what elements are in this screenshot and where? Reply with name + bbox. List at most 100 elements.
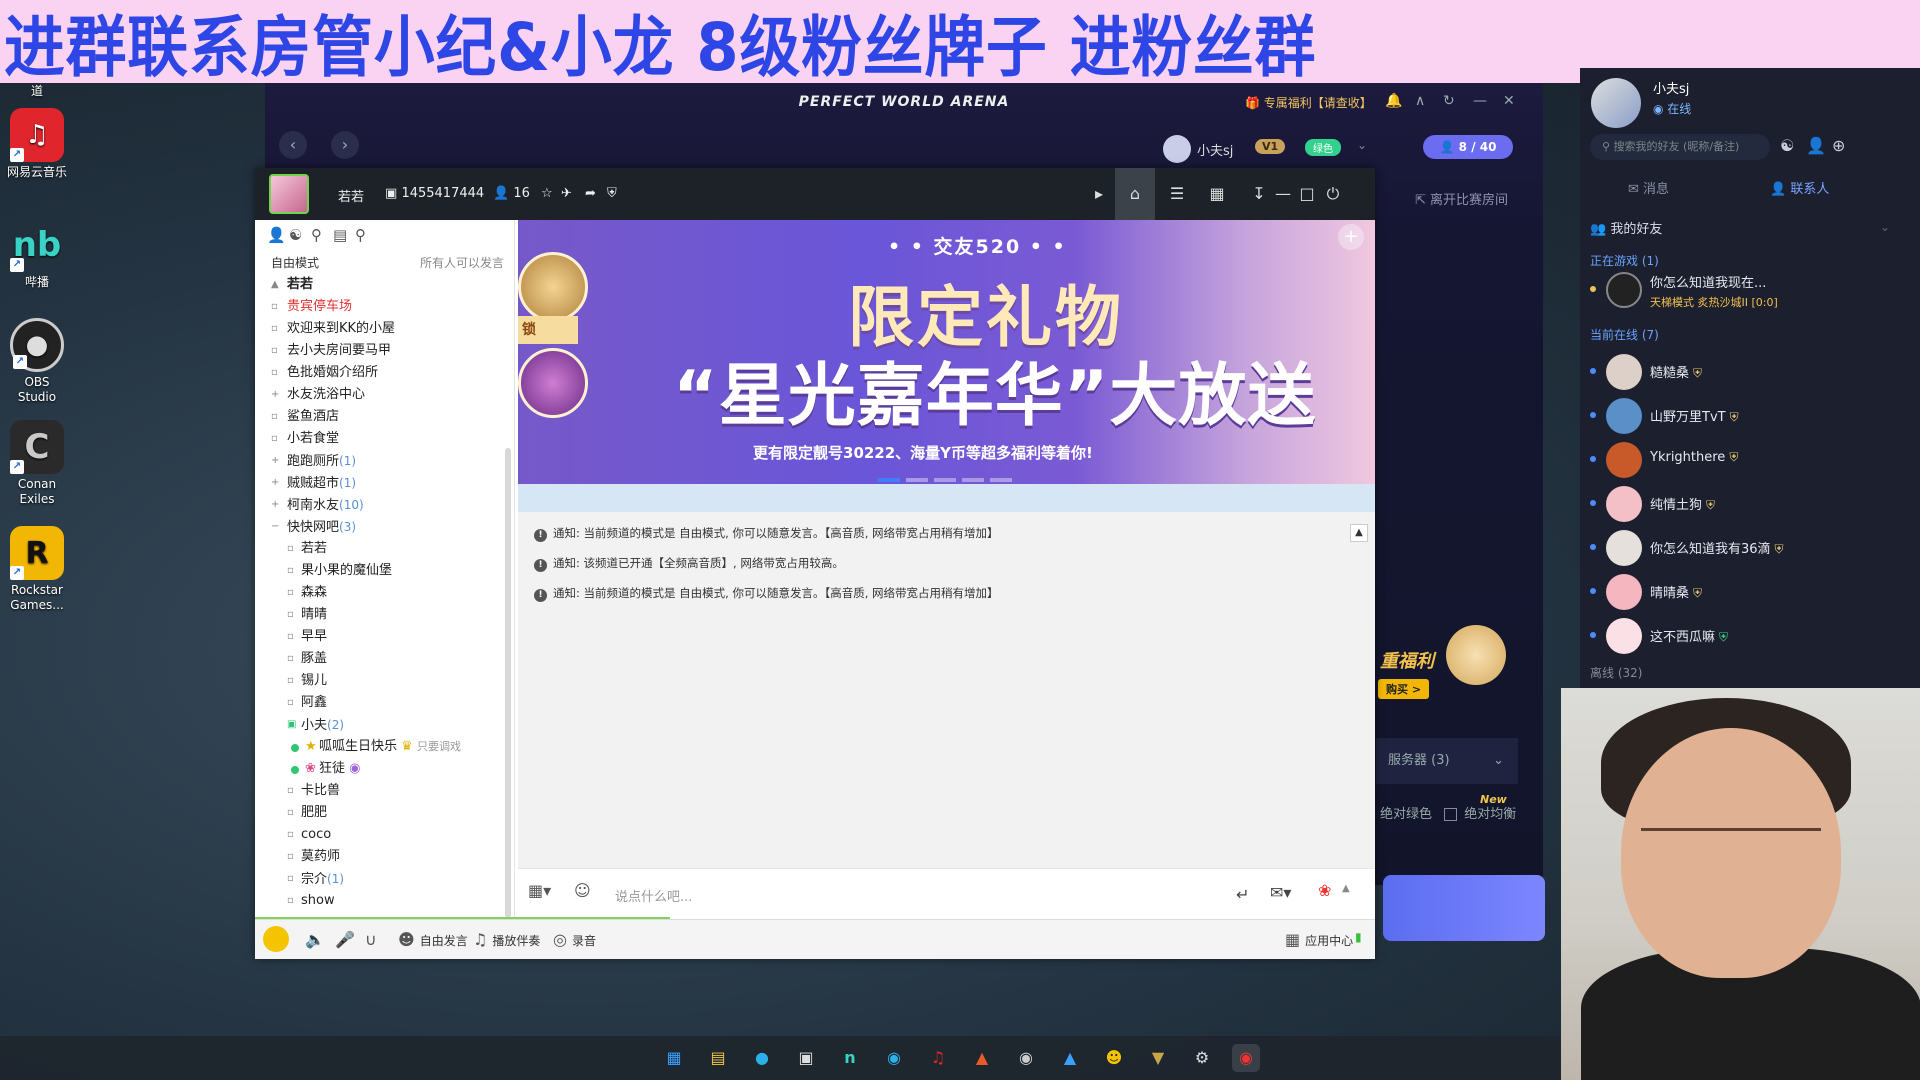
gamepad-icon[interactable]: ▦▾ bbox=[528, 881, 551, 900]
subchannel-item[interactable]: ▫ 晴晴 bbox=[269, 604, 501, 626]
subchannel-item[interactable]: ▫ 宗介(1) bbox=[269, 868, 501, 890]
carousel-dot-active[interactable] bbox=[878, 478, 900, 482]
my-friends-header[interactable]: 👥 我的好友 bbox=[1590, 218, 1662, 237]
channel-item[interactable]: ▫ 小若食堂 bbox=[269, 428, 501, 450]
home-icon[interactable]: ⌂ bbox=[1115, 168, 1155, 220]
equalizer-icon[interactable]: ∪ bbox=[365, 930, 382, 949]
friend-item[interactable]: 你怎么知道我有36滴 ⛨ bbox=[1590, 526, 1910, 568]
free-speak-button[interactable]: ☻ 自由发言 bbox=[398, 930, 468, 949]
subchannel-item[interactable]: ▫ 豚盖 bbox=[269, 648, 501, 670]
subchannel-item[interactable]: ▫ 卡比兽 bbox=[269, 780, 501, 802]
subchannel-item[interactable]: ▫ coco bbox=[269, 824, 501, 846]
search-icon[interactable]: ⚲ bbox=[355, 226, 377, 244]
friend-item[interactable]: Ykrighthere ⛨ bbox=[1590, 438, 1910, 480]
desktop-icon-partial[interactable]: 道 bbox=[4, 84, 70, 99]
user-icon[interactable]: 👤 bbox=[267, 226, 289, 244]
app-icon[interactable]: ▲ bbox=[1056, 1044, 1084, 1072]
subchannel-item[interactable]: ▫ 阿鑫 bbox=[269, 692, 501, 714]
sidebar-scrollbar[interactable] bbox=[505, 448, 511, 918]
friend-item[interactable]: 这不西瓜嘛 ⛨ bbox=[1590, 614, 1910, 656]
tab-messages[interactable]: ✉ 消息 bbox=[1628, 178, 1669, 197]
channel-id[interactable]: ▣ 1455417444 bbox=[385, 186, 484, 201]
speaker-icon[interactable]: 🔈 bbox=[305, 930, 330, 949]
carousel-dot[interactable] bbox=[906, 478, 928, 482]
back-button[interactable]: ‹ bbox=[279, 131, 307, 159]
location-icon[interactable]: ⚲ bbox=[311, 226, 333, 244]
chevron-up-icon[interactable]: ▲ bbox=[1342, 883, 1350, 894]
start-game-button[interactable] bbox=[1383, 875, 1545, 941]
subchannel-item[interactable]: ▫ show bbox=[269, 890, 501, 906]
channel-item[interactable]: ▫ 欢迎来到KK的小屋 bbox=[269, 318, 501, 340]
promo-banner[interactable]: 锁 • • 交友520 • • 限定礼物 “星光嘉年华”大放送 更有限定靓号30… bbox=[518, 220, 1375, 484]
speech-bubble-icon[interactable]: ✉▾ bbox=[1270, 883, 1291, 902]
promo-card[interactable]: 重福利 购买 > bbox=[1376, 615, 1506, 715]
scroll-up-icon[interactable]: ▲ bbox=[1350, 524, 1368, 542]
close-icon[interactable]: ✕ bbox=[1503, 93, 1515, 109]
chat-input[interactable]: 说点什么吧... bbox=[615, 886, 692, 905]
carousel-dot[interactable] bbox=[934, 478, 956, 482]
arena-avatar[interactable] bbox=[1163, 135, 1191, 163]
share-icon[interactable]: ➦ bbox=[585, 186, 596, 201]
balance-checkbox[interactable] bbox=[1444, 808, 1458, 821]
power-icon[interactable]: ⏻ bbox=[1319, 180, 1347, 208]
flower-icon[interactable]: ❀ bbox=[1318, 881, 1331, 900]
bobo-icon[interactable]: n bbox=[836, 1044, 864, 1072]
app-icon[interactable]: ▲ bbox=[968, 1044, 996, 1072]
channel-item[interactable]: + 贼贼超市(1) bbox=[269, 472, 501, 494]
member-item[interactable]: ★ 呱呱生日快乐 ♛ 只要调戏 bbox=[269, 736, 501, 758]
board-icon[interactable]: ▤ bbox=[333, 226, 355, 244]
play-bgm-button[interactable]: ♫ 播放伴奏 bbox=[473, 930, 540, 949]
subchannel-item[interactable]: ▫ 森森 bbox=[269, 582, 501, 604]
subchannel-item[interactable]: ▫ 肥肥 bbox=[269, 802, 501, 824]
channel-item[interactable]: + 柯南水友(10) bbox=[269, 494, 501, 516]
gamepad-icon[interactable]: ▦ bbox=[1203, 180, 1231, 208]
yy-icon[interactable]: ☻ bbox=[1100, 1044, 1128, 1072]
forward-button[interactable]: › bbox=[331, 131, 359, 159]
file-explorer-icon[interactable]: ▤ bbox=[704, 1044, 732, 1072]
desktop-icon-netease-music[interactable]: ♫ ↗ 网易云音乐 bbox=[4, 108, 70, 180]
subchannel-item[interactable]: ▫ 锡儿 bbox=[269, 670, 501, 692]
friend-item[interactable]: 纯情土狗 ⛨ bbox=[1590, 482, 1910, 524]
user-status[interactable]: ◉ 在线 bbox=[1653, 100, 1691, 117]
zoom-icon[interactable]: ⊕ bbox=[1832, 136, 1845, 155]
app-icon[interactable]: ◉ bbox=[880, 1044, 908, 1072]
carousel-dot[interactable] bbox=[962, 478, 984, 482]
chat-icon[interactable]: ☯ bbox=[289, 226, 311, 244]
channel-item[interactable]: ▫ 去小夫房间要马甲 bbox=[269, 340, 501, 362]
steam-icon[interactable]: ⚙ bbox=[1188, 1044, 1216, 1072]
desktop-icon-bobo[interactable]: nb ↗ 哔播 bbox=[4, 218, 70, 290]
leave-room-link[interactable]: ⇱ 离开比赛房间 bbox=[1415, 189, 1508, 208]
add-friend-icon[interactable]: 👤 bbox=[1806, 136, 1826, 155]
channel-item[interactable]: + 跑跑厕所(1) bbox=[269, 450, 501, 472]
arena-icon[interactable]: ◉ bbox=[1232, 1044, 1260, 1072]
in-game-section[interactable]: 正在游戏 (1) bbox=[1590, 252, 1659, 269]
chevron-down-icon[interactable]: ⌄ bbox=[1357, 138, 1367, 152]
channel-item[interactable]: ▫ 鲨鱼酒店 bbox=[269, 406, 501, 428]
yy-mascot-icon[interactable] bbox=[263, 926, 289, 952]
channel-item[interactable]: + 水友洗浴中心 bbox=[269, 384, 501, 406]
app-center-button[interactable]: ▦ 应用中心 bbox=[1285, 930, 1353, 949]
desktop-icon-obs[interactable]: ● ↗ OBS Studio bbox=[4, 318, 70, 405]
add-icon[interactable]: + bbox=[1338, 224, 1364, 250]
member-item[interactable]: ❀ 狂徒 ◉ bbox=[269, 758, 501, 780]
channel-item[interactable]: ▫ 贵宾停车场 bbox=[269, 296, 501, 318]
shield-icon[interactable]: ⛨ bbox=[607, 186, 617, 201]
room-count-pill[interactable]: 👤 8 / 40 bbox=[1423, 135, 1513, 159]
plane-icon[interactable]: ✈ bbox=[561, 186, 572, 201]
friend-item[interactable]: 晴晴桑 ⛨ bbox=[1590, 570, 1910, 612]
channel-item[interactable]: ▲ 若若 bbox=[269, 274, 501, 296]
store-icon[interactable]: ▣ bbox=[792, 1044, 820, 1072]
friend-search-input[interactable]: ⚲ 搜索我的好友 (昵称/备注) bbox=[1590, 134, 1770, 160]
desktop-icon-rockstar[interactable]: R ↗ Rockstar Games... bbox=[4, 526, 70, 613]
subchannel-item[interactable]: ▫ 若若 bbox=[269, 538, 501, 560]
edge-icon[interactable]: ● bbox=[748, 1044, 776, 1072]
list-icon[interactable]: ☰ bbox=[1163, 180, 1191, 208]
friend-item[interactable]: 糙糙桑 ⛨ bbox=[1590, 350, 1910, 392]
obs-icon[interactable]: ◉ bbox=[1012, 1044, 1040, 1072]
minimize-icon[interactable]: — bbox=[1473, 93, 1487, 109]
subchannel-item-active[interactable]: ▣ 小夫(2) bbox=[269, 714, 501, 736]
offline-section[interactable]: 离线 (32) bbox=[1590, 664, 1642, 681]
user-avatar[interactable] bbox=[1591, 78, 1641, 128]
desktop-icon-conan-exiles[interactable]: C ↗ Conan Exiles bbox=[4, 420, 70, 507]
mic-icon[interactable]: 🎤 bbox=[335, 930, 360, 949]
